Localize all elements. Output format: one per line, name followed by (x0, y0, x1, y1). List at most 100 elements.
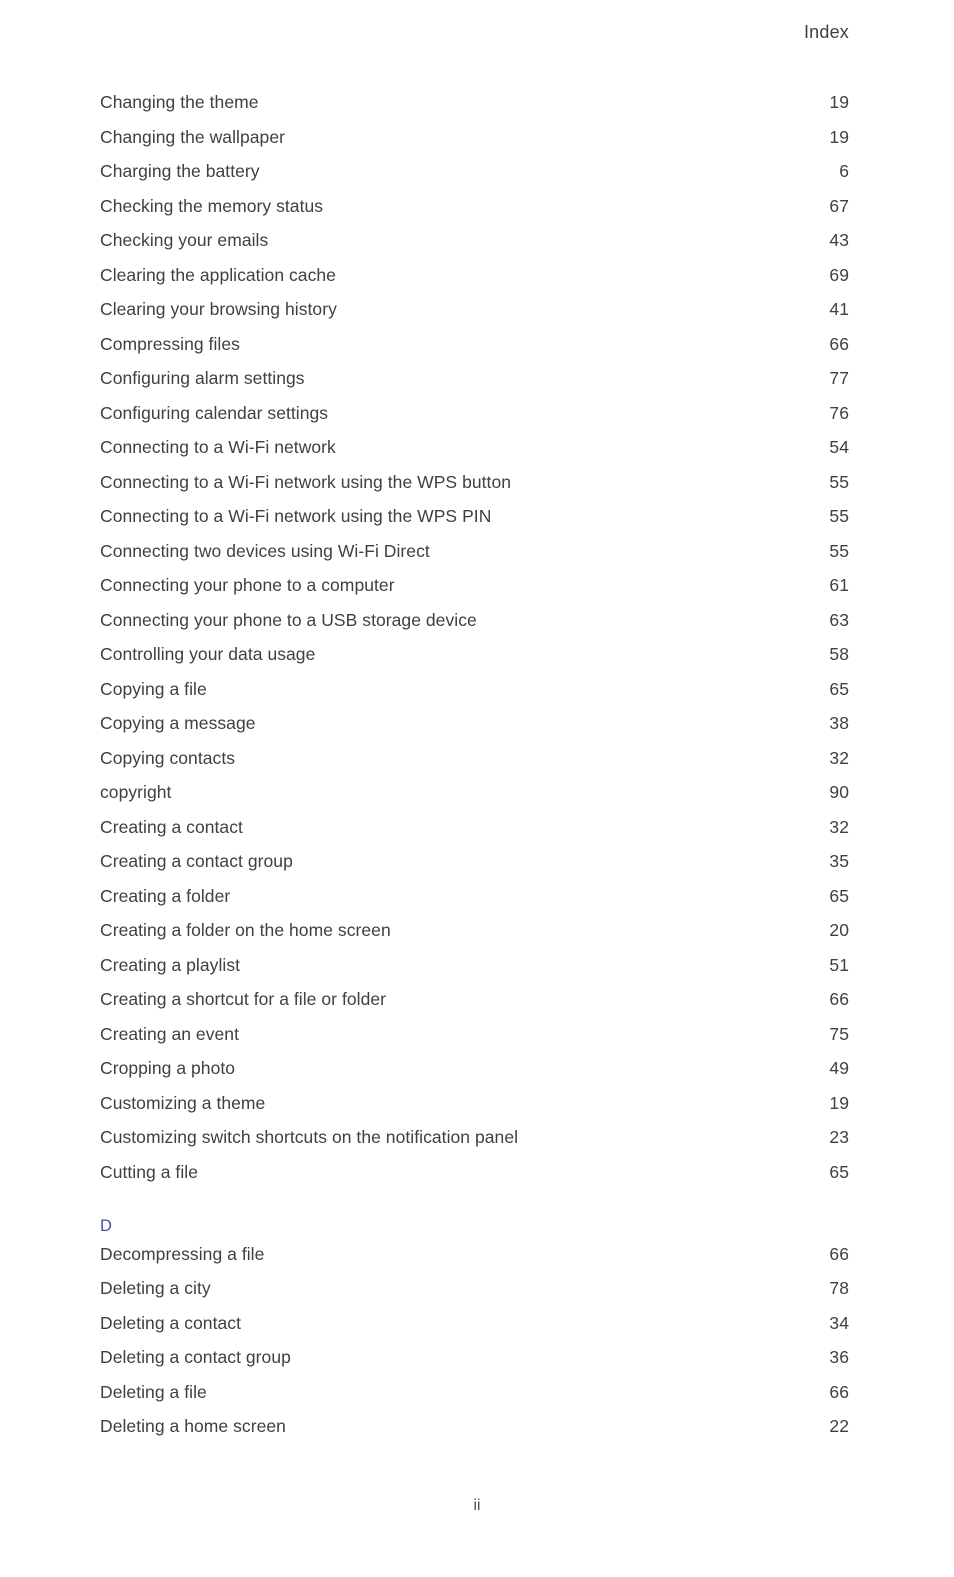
index-entry-title: Connecting to a Wi-Fi network using the … (100, 471, 512, 492)
index-entry-title: Charging the battery (100, 161, 260, 181)
index-entry-title: Compressing files (100, 333, 240, 354)
index-entry[interactable]: Cutting a file 65 (100, 1162, 849, 1197)
index-entry[interactable]: Deleting a file 66 (100, 1382, 849, 1417)
index-entry-title: Creating a shortcut for a file or folder (100, 989, 387, 1009)
index-entry[interactable]: Creating a playlist 51 (100, 955, 849, 990)
index-entry[interactable]: Connecting two devices using Wi-Fi Direc… (100, 541, 849, 576)
index-entry[interactable]: Connecting to a Wi-Fi network using the … (100, 472, 849, 507)
index-entry[interactable]: Creating an event 75 (100, 1024, 849, 1059)
index-entry-page-number: 66 (829, 989, 849, 1009)
index-entry[interactable]: Connecting to a Wi-Fi network using the … (100, 506, 849, 541)
index-entry[interactable]: Copying a message 38 (100, 713, 849, 748)
index-section: D Decompressing a file 66 Deleting a city 78… (100, 1209, 849, 1451)
index-entry[interactable]: Checking the memory status 67 (100, 196, 849, 231)
index-entry-page-number: 65 (829, 678, 849, 699)
index-entry[interactable]: Copying a file 65 (100, 679, 849, 714)
index-entry[interactable]: Deleting a contact 34 (100, 1313, 849, 1348)
index-entry-title: Deleting a contact group (100, 1347, 291, 1367)
index-entry-title: copyright (100, 782, 172, 802)
index-entry[interactable]: Creating a folder on the home screen 20 (100, 920, 849, 955)
index-entry-list: Changing the theme 19 Changing the wallpap… (100, 92, 849, 1451)
index-entry[interactable]: Creating a contact 32 (100, 817, 849, 852)
index-entry-title: Cropping a photo (100, 1058, 236, 1078)
index-entry-page-number: 20 (829, 920, 849, 940)
index-entry[interactable]: Deleting a contact group 36 (100, 1347, 849, 1382)
index-entry[interactable]: Checking your emails 43 (100, 230, 849, 265)
index-entry-page-number: 32 (829, 816, 849, 837)
index-entry-page-number: 61 (829, 575, 849, 595)
index-entry[interactable]: Configuring alarm settings 77 (100, 368, 849, 403)
index-entry[interactable]: Changing the theme 19 (100, 92, 849, 127)
index-entry-page-number: 65 (829, 1161, 849, 1182)
index-entry[interactable]: Connecting to a Wi-Fi network 54 (100, 437, 849, 472)
index-entry-title: Connecting two devices using Wi-Fi Direc… (100, 540, 430, 561)
index-entry[interactable]: Creating a shortcut for a file or folder… (100, 989, 849, 1024)
index-entry-page-number: 67 (829, 195, 849, 216)
index-entry-title: Checking the memory status (100, 195, 324, 216)
index-entry[interactable]: Customizing a theme 19 (100, 1093, 849, 1128)
index-entry-page-number: 19 (829, 126, 849, 147)
index-entry[interactable]: Customizing switch shortcuts on the noti… (100, 1127, 849, 1162)
index-entry-title: Connecting to a Wi-Fi network (100, 437, 336, 457)
page-footer: ii (0, 1497, 954, 1515)
index-entry-title: Connecting your phone to a computer (100, 575, 395, 595)
index-entry-title: Configuring calendar settings (100, 402, 329, 423)
index-entry-title: Creating a folder (100, 885, 231, 906)
index-entry-page-number: 66 (829, 1243, 849, 1264)
index-entry[interactable]: Connecting your phone to a USB storage d… (100, 610, 849, 645)
index-entry-title: Copying contacts (100, 747, 236, 768)
index-entry-title: Changing the theme (100, 92, 259, 112)
index-entry-title: Clearing your browsing history (100, 299, 337, 319)
index-entry-page-number: 63 (829, 609, 849, 630)
index-entry-title: Customizing a theme (100, 1092, 266, 1113)
index-entry-page-number: 51 (829, 954, 849, 975)
index-entry[interactable]: Cropping a photo 49 (100, 1058, 849, 1093)
index-entry[interactable]: Clearing the application cache 69 (100, 265, 849, 300)
index-entry-title: Customizing switch shortcuts on the noti… (100, 1127, 519, 1147)
index-entry-page-number: 32 (829, 747, 849, 768)
index-entry-page-number: 66 (829, 333, 849, 354)
index-entry-title: Changing the wallpaper (100, 126, 285, 147)
index-entry-title: Configuring alarm settings (100, 368, 305, 388)
footer-page-number: ii (473, 1497, 481, 1514)
index-entry[interactable]: Changing the wallpaper 19 (100, 127, 849, 162)
index-entry-title: Checking your emails (100, 230, 269, 250)
index-entry-title: Connecting your phone to a USB storage d… (100, 609, 477, 630)
index-entry[interactable]: Charging the battery 6 (100, 161, 849, 196)
index-entry[interactable]: Deleting a city 78 (100, 1278, 849, 1313)
index-entry-title: Decompressing a file (100, 1243, 265, 1264)
index-entry-title: Cutting a file (100, 1161, 198, 1182)
index-entry-page-number: 6 (839, 161, 849, 181)
index-entry[interactable]: Deleting a home screen 22 (100, 1416, 849, 1451)
index-entry-title: Copying a file (100, 678, 207, 699)
index-entry-page-number: 55 (829, 471, 849, 492)
index-entry-page-number: 55 (829, 506, 849, 526)
index-entry[interactable]: Connecting your phone to a computer 61 (100, 575, 849, 610)
index-entry-page-number: 34 (829, 1312, 849, 1333)
index-entry-page-number: 55 (829, 540, 849, 561)
index-entry-page-number: 69 (829, 264, 849, 285)
index-entry[interactable]: copyright 90 (100, 782, 849, 817)
index-entry[interactable]: Controlling your data usage 58 (100, 644, 849, 679)
index-entry-page-number: 35 (829, 851, 849, 871)
index-entry-title: Creating a folder on the home screen (100, 920, 391, 940)
index-entry[interactable]: Clearing your browsing history 41 (100, 299, 849, 334)
index-entry[interactable]: Decompressing a file 66 (100, 1244, 849, 1279)
index-entry[interactable]: Compressing files 66 (100, 334, 849, 369)
index-entry-page-number: 19 (829, 92, 849, 112)
index-entry-page-number: 41 (829, 299, 849, 319)
index-entry-page-number: 54 (829, 437, 849, 457)
index-section: Changing the theme 19 Changing the wallpap… (100, 92, 849, 1196)
index-entry-page-number: 58 (829, 644, 849, 664)
index-entry[interactable]: Creating a contact group 35 (100, 851, 849, 886)
index-entry[interactable]: Copying contacts 32 (100, 748, 849, 783)
index-entry-page-number: 23 (829, 1127, 849, 1147)
index-entry[interactable]: Creating a folder 65 (100, 886, 849, 921)
index-entry-title: Deleting a home screen (100, 1416, 286, 1436)
index-entry-page-number: 76 (829, 402, 849, 423)
index-entry[interactable]: Configuring calendar settings 76 (100, 403, 849, 438)
index-entry-page-number: 19 (829, 1092, 849, 1113)
index-entry-page-number: 78 (829, 1278, 849, 1298)
index-entry-title: Connecting to a Wi-Fi network using the … (100, 506, 492, 526)
index-entry-title: Copying a message (100, 713, 256, 733)
